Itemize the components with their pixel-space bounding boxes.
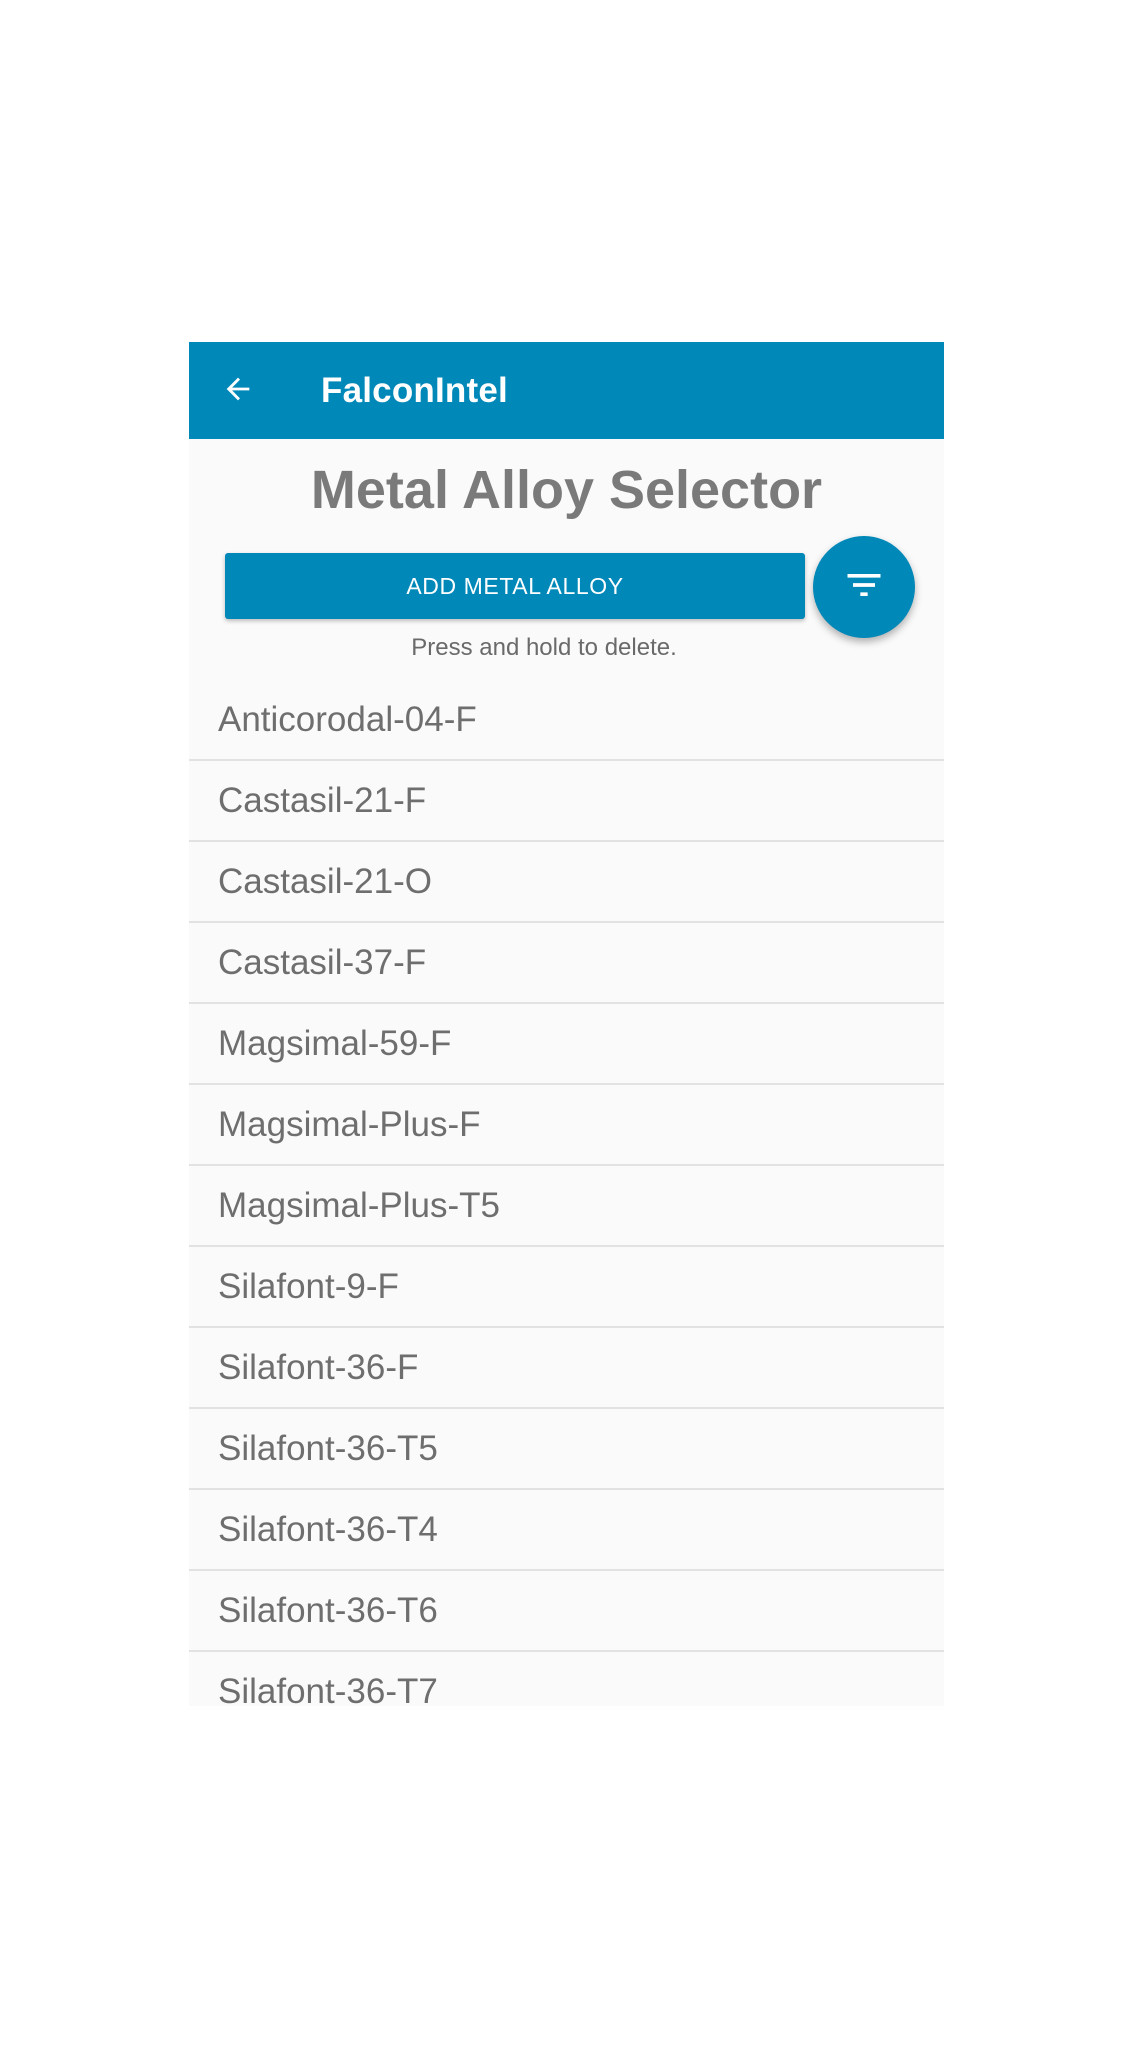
arrow-left-icon [221, 372, 255, 411]
list-item[interactable]: Magsimal-Plus-F [189, 1085, 944, 1166]
alloy-list: Anticorodal-04-F Castasil-21-F Castasil-… [189, 680, 944, 1706]
page-title: Metal Alloy Selector [310, 460, 823, 520]
list-item[interactable]: Anticorodal-04-F [189, 680, 944, 761]
list-item[interactable]: Castasil-37-F [189, 923, 944, 1004]
list-item[interactable]: Magsimal-Plus-T5 [189, 1166, 944, 1247]
list-item[interactable]: Silafont-36-T7 [189, 1652, 944, 1706]
app-title: FalconIntel [321, 371, 508, 410]
delete-hint: Press and hold to delete. [411, 634, 677, 661]
list-item[interactable]: Silafont-36-T5 [189, 1409, 944, 1490]
list-item[interactable]: Castasil-21-F [189, 761, 944, 842]
list-item[interactable]: Silafont-36-T6 [189, 1571, 944, 1652]
list-item[interactable]: Silafont-36-T4 [189, 1490, 944, 1571]
filter-button[interactable] [813, 536, 915, 638]
add-metal-alloy-button[interactable]: ADD METAL ALLOY [225, 553, 805, 619]
list-item[interactable]: Magsimal-59-F [189, 1004, 944, 1085]
list-item[interactable]: Silafont-36-F [189, 1328, 944, 1409]
list-item[interactable]: Castasil-21-O [189, 842, 944, 923]
app-screen: FalconIntel Metal Alloy Selector ADD MET… [189, 342, 944, 1706]
filter-icon [842, 563, 886, 612]
app-bar: FalconIntel [189, 342, 944, 439]
back-button[interactable] [217, 370, 259, 412]
list-item[interactable]: Silafont-9-F [189, 1247, 944, 1328]
